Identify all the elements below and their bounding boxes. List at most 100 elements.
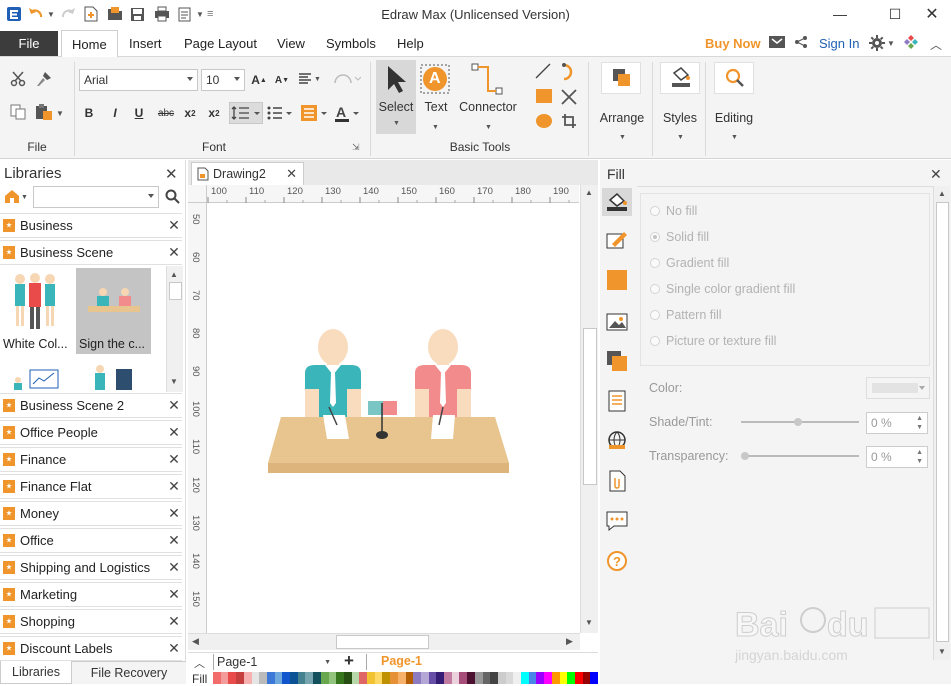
tab-libraries[interactable]: Libraries [0,661,72,684]
scroll-down-icon[interactable]: ▼ [170,377,178,386]
open-folder-icon[interactable] [107,5,123,23]
library-item-business-scene-2[interactable]: Business Scene 2 ✕ [0,393,182,418]
tab-symbols[interactable]: Symbols [324,30,378,57]
styles-dropdown-icon[interactable]: ▼ [677,134,684,141]
scroll-right-icon[interactable]: ▶ [566,636,573,647]
scroll-left-icon[interactable]: ◀ [192,636,199,647]
close-libraries-button[interactable]: ✕ [165,165,178,183]
line-spacing-button[interactable] [229,102,263,124]
line-shape-icon[interactable] [535,63,551,79]
close-library-icon[interactable]: ✕ [166,478,182,495]
tab-insert[interactable]: Insert [127,30,164,57]
vertical-scrollbar-thumb[interactable] [583,328,597,485]
save-icon[interactable] [130,5,145,23]
horizontal-scrollbar-thumb[interactable] [336,635,429,649]
arrange-icon[interactable] [601,62,641,94]
library-item-finance-flat[interactable]: Finance Flat ✕ [0,474,182,499]
italic-button[interactable]: I [106,104,124,122]
radio-icon[interactable] [650,336,660,346]
white-collar-thumbnail[interactable] [8,270,62,332]
font-color-icon[interactable]: A [334,104,362,122]
arc-shape-icon[interactable] [561,63,575,81]
person-thumbnail[interactable] [90,364,136,390]
color-swatch[interactable] [590,672,599,684]
page-select-dropdown-icon[interactable]: ▼ [324,659,331,666]
text-tool-label[interactable]: Text [418,100,454,114]
export-icon[interactable] [178,5,193,23]
line-style-icon[interactable] [606,230,628,252]
radio-icon[interactable] [650,284,660,294]
new-document-icon[interactable] [84,5,98,23]
shade-tint-spinner[interactable]: 0 % ▲ ▼ [866,412,928,434]
select-dropdown-icon[interactable]: ▼ [393,120,400,127]
library-item-marketing[interactable]: Marketing ✕ [0,582,182,607]
page-properties-icon[interactable] [606,390,628,412]
drawing-canvas[interactable] [207,203,579,633]
library-item-business[interactable]: Business ✕ [0,213,182,238]
transparency-slider-track[interactable] [741,455,859,457]
library-search-input[interactable] [33,186,159,208]
cross-tool-icon[interactable] [561,89,577,105]
file-menu-button[interactable]: File [0,31,58,56]
fill-panel-scrollbar[interactable]: ▲ ▼ [933,186,950,660]
shade-slider-handle[interactable] [794,418,802,426]
paste-dropdown-icon[interactable]: ▼ [56,109,64,118]
layers-icon[interactable] [606,350,628,372]
print-icon[interactable] [154,5,170,23]
close-library-icon[interactable]: ✕ [166,505,182,522]
styles-icon[interactable] [660,62,700,94]
text-tool-icon[interactable]: A [420,64,452,94]
option-no-fill[interactable]: No fill [650,204,697,218]
tab-home[interactable]: Home [61,30,118,58]
minimize-button[interactable]: — [825,2,855,26]
close-library-icon[interactable]: ✕ [166,451,182,468]
connector-tool-icon[interactable] [470,63,504,95]
sign-contract-shape[interactable] [267,323,512,478]
color-dropdown-icon[interactable] [919,386,925,390]
undo-dropdown-icon[interactable]: ▼ [47,5,55,23]
library-item-money[interactable]: Money ✕ [0,501,182,526]
page-bar-collapse-icon[interactable]: ︿ [194,655,205,671]
close-library-icon[interactable]: ✕ [166,217,182,234]
option-pattern-fill[interactable]: Pattern fill [650,308,722,322]
color-picker[interactable] [866,377,930,399]
scroll-up-icon[interactable]: ▲ [170,270,178,279]
paste-icon[interactable] [35,103,53,121]
shadow-icon[interactable] [606,269,628,291]
option-solid-fill[interactable]: Solid fill [650,230,709,244]
bold-button[interactable]: B [80,104,98,122]
hyperlink-globe-icon[interactable] [606,429,628,451]
grow-font-button[interactable]: A ▲ [250,71,268,89]
apps-icon[interactable] [903,34,919,50]
spinner-arrows-icon[interactable]: ▲ ▼ [916,448,923,466]
settings-gear-icon[interactable] [869,35,885,51]
arrange-button[interactable]: Arrange [594,111,650,125]
library-item-shipping-logistics[interactable]: Shipping and Logistics ✕ [0,555,182,580]
redo-icon[interactable] [60,5,76,23]
subscript-button[interactable]: x2 [181,104,199,122]
connector-dropdown-icon[interactable]: ▼ [485,124,492,131]
canvas-horizontal-scrollbar[interactable]: ◀ ▶ [188,633,580,650]
search-icon[interactable] [165,189,180,204]
align-dropdown-icon[interactable]: ▼ [314,76,321,83]
color-palette[interactable] [213,672,599,684]
close-library-icon[interactable]: ✕ [166,244,182,261]
close-library-icon[interactable]: ✕ [166,532,182,549]
buy-now-link[interactable]: Buy Now [703,30,763,57]
close-library-icon[interactable]: ✕ [166,640,182,657]
scroll-down-icon[interactable]: ▼ [585,618,593,627]
close-library-icon[interactable]: ✕ [166,424,182,441]
cut-icon[interactable] [10,71,26,87]
transparency-spinner[interactable]: 0 % ▲ ▼ [866,446,928,468]
scroll-down-icon[interactable]: ▼ [938,647,946,656]
close-document-icon[interactable]: ✕ [286,166,297,182]
format-painter-icon[interactable] [36,71,52,87]
editing-dropdown-icon[interactable]: ▼ [731,134,738,141]
radio-icon[interactable] [650,310,660,320]
spinner-arrows-icon[interactable]: ▲ ▼ [916,414,923,432]
chart-thumbnail[interactable] [10,368,70,390]
maximize-button[interactable]: ☐ [880,2,910,26]
scroll-up-icon[interactable]: ▲ [585,188,593,197]
editing-button[interactable]: Editing [708,111,760,125]
canvas-vertical-scrollbar[interactable]: ▲ ▼ [580,185,598,633]
